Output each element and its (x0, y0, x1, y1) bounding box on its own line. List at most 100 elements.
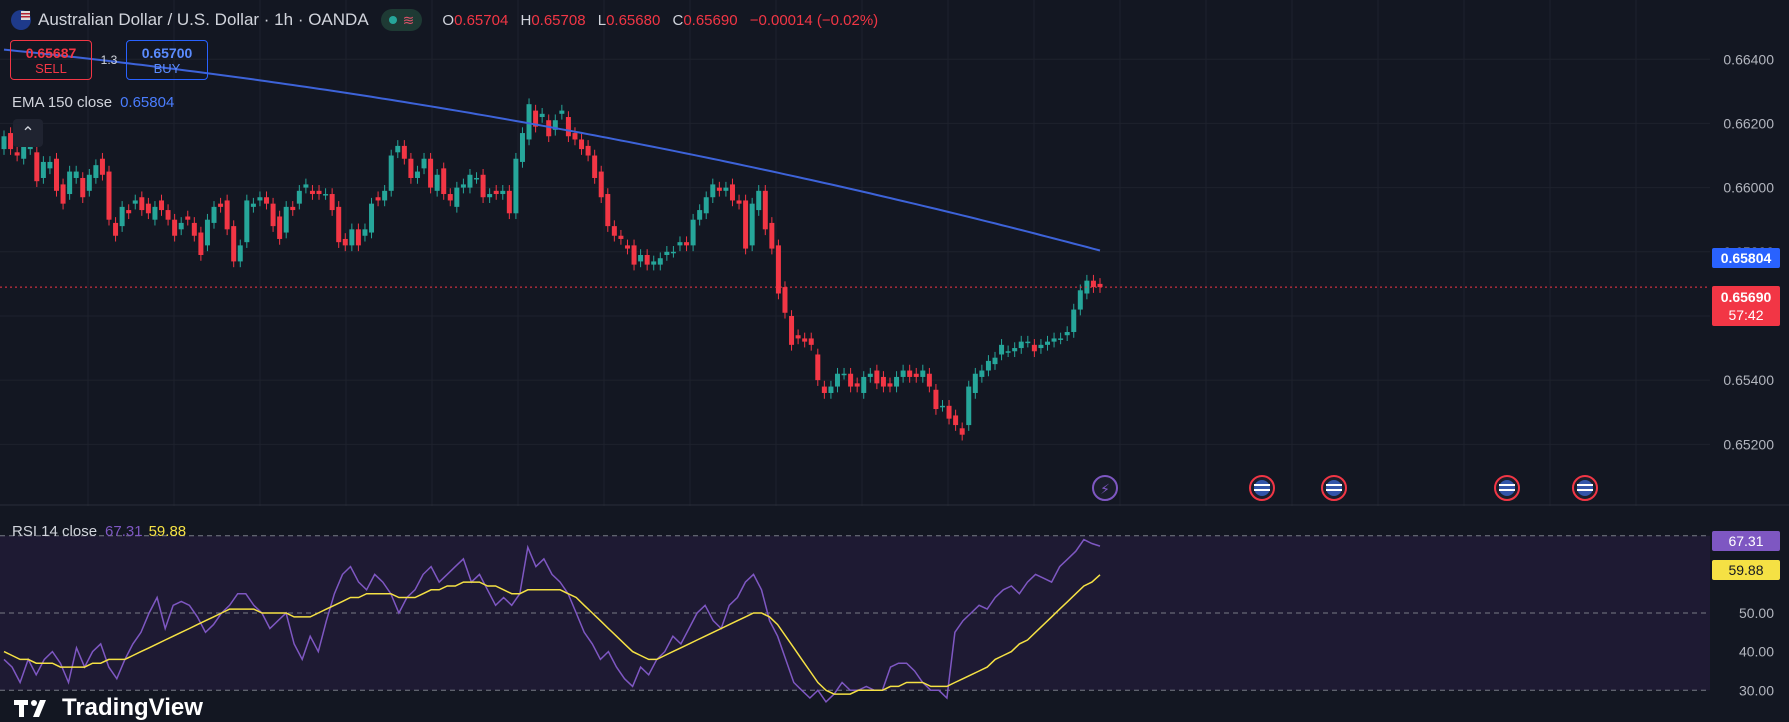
candle-body (178, 222, 184, 230)
candle-body (139, 197, 145, 211)
chart-canvas[interactable]: ⚡ 0.664000.662000.660000.658000.656000.6… (0, 0, 1789, 722)
candle-body (657, 258, 663, 265)
candle-body (172, 219, 178, 236)
ema-price-badge-text: 0.65804 (1721, 250, 1772, 266)
buy-button[interactable]: 0.65700 BUY (126, 40, 208, 80)
candle-body (447, 194, 453, 201)
candle-body (323, 194, 329, 196)
candle-body (559, 110, 565, 114)
candle-body (624, 245, 630, 249)
candle-body (1018, 341, 1024, 349)
rsi-ma-legend-value: 59.88 (148, 523, 187, 540)
rsi-tick-label: 40.00 (1739, 644, 1774, 660)
candle-body (1031, 344, 1037, 352)
logo-text: TradingView (62, 694, 203, 721)
candle-body (106, 171, 112, 220)
candle-body (828, 386, 834, 393)
candle-body (651, 261, 657, 265)
candle-body (880, 376, 886, 387)
candle-body (349, 229, 355, 246)
event-marker-icon[interactable]: ⚡ (1092, 475, 1118, 501)
sell-button[interactable]: 0.65687 SELL (10, 40, 92, 80)
candle-body (985, 360, 991, 371)
candle-body (198, 232, 204, 255)
chevron-up-icon: ⌃ (21, 125, 35, 142)
candle-body (132, 200, 138, 204)
candle-body (500, 190, 506, 195)
candle-body (369, 203, 375, 233)
candle-body (244, 200, 250, 243)
ema-legend-value: 0.65804 (120, 94, 175, 111)
event-markers[interactable]: ⚡ (1092, 475, 1598, 501)
candle-body (264, 197, 270, 204)
candle-body (874, 370, 880, 384)
candle-body (690, 219, 696, 246)
candle-body (388, 155, 394, 191)
candle-body (487, 194, 493, 198)
candle-body (887, 383, 893, 387)
price-tick-label: 0.66200 (1723, 115, 1774, 131)
candle-body (428, 158, 434, 188)
candle-body (493, 190, 499, 195)
rsi-ma-badge-text: 59.88 (1728, 562, 1763, 578)
event-marker-icon[interactable] (1494, 475, 1520, 501)
candle-body (900, 370, 906, 377)
rsi-legend[interactable]: RSI 14 close 67.31 59.88 (12, 523, 186, 540)
price-tick-label: 0.65400 (1723, 372, 1774, 388)
candle-body (14, 152, 20, 156)
tradingview-logo[interactable]: TradingView (14, 694, 203, 722)
candle-body (795, 335, 801, 339)
candle-body (414, 171, 420, 178)
candle-body (959, 428, 965, 435)
candle-body (283, 206, 289, 233)
candle-body (1038, 344, 1044, 349)
candle-body (743, 200, 749, 249)
sell-label: SELL (35, 60, 67, 76)
candle-body (67, 171, 73, 195)
candle-body (54, 158, 60, 191)
candle-body (99, 158, 105, 175)
candle-body (296, 190, 302, 204)
price-tick-label: 0.65200 (1723, 436, 1774, 452)
candle-body (867, 373, 873, 377)
candle-body (421, 158, 427, 169)
event-marker-icon[interactable] (1321, 475, 1347, 501)
candle-body (946, 405, 952, 419)
candle-body (1051, 338, 1057, 342)
candle-body (716, 187, 722, 191)
candle-body (979, 370, 985, 377)
candle-body (1090, 280, 1096, 288)
price-tick-label: 0.66000 (1723, 180, 1774, 196)
event-marker-icon[interactable] (1249, 475, 1275, 501)
candle-body (670, 251, 676, 254)
collapse-legend-button[interactable]: ⌃ (13, 119, 43, 147)
candle-body (579, 139, 585, 150)
event-marker-icon[interactable] (1572, 475, 1598, 501)
rsi-axis[interactable]: 70.0060.0050.0040.0030.00 (1739, 528, 1774, 699)
candle-body (34, 152, 40, 182)
candle-body (375, 197, 381, 201)
rsi-legend-value: 67.31 (105, 523, 143, 540)
ema-legend[interactable]: EMA 150 close 0.65804 (12, 94, 174, 111)
market-status-pill[interactable]: ≋ (380, 9, 423, 31)
candle-body (309, 190, 315, 195)
aud-usd-flag-icon (11, 10, 31, 30)
price-tick-label: 0.66400 (1723, 51, 1774, 67)
candle-body (185, 216, 191, 220)
candle-body (316, 190, 322, 195)
candle-body (848, 373, 854, 387)
candle-body (953, 415, 959, 426)
candle-body (841, 373, 847, 376)
rsi-tick-label: 30.00 (1739, 682, 1774, 698)
candle-body (703, 197, 709, 214)
candle-body (467, 174, 473, 188)
candle-body (736, 200, 742, 204)
countdown-text: 57:42 (1728, 307, 1763, 323)
candle-body (861, 376, 867, 393)
candle-body (47, 161, 53, 169)
symbol-title[interactable]: Australian Dollar / U.S. Dollar · 1h · O… (38, 10, 369, 30)
rsi-badge-text: 67.31 (1728, 533, 1763, 549)
candle-body (474, 177, 480, 180)
candle-body (191, 222, 197, 236)
candle-body (999, 344, 1005, 355)
